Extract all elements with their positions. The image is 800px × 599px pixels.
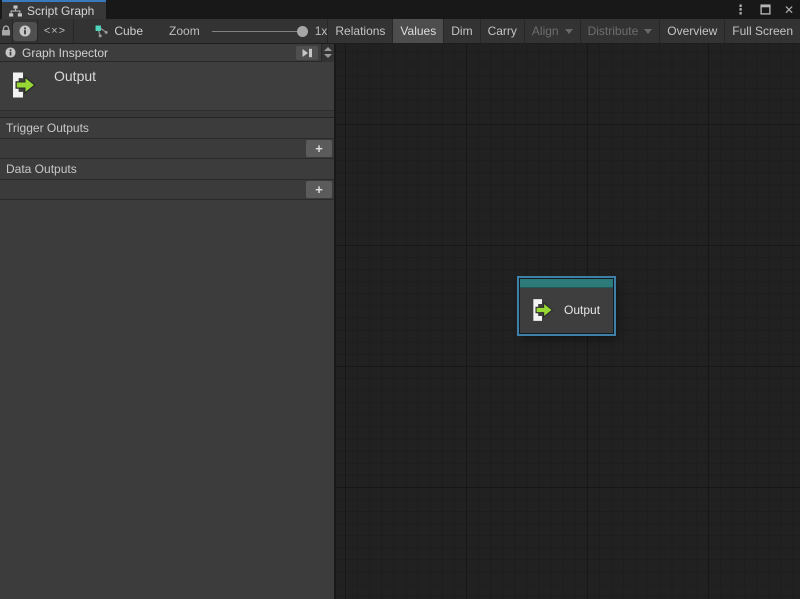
script-graph-window: Script Graph ⋮ ✕ xyxy=(0,0,800,599)
zoom-label: Zoom xyxy=(169,24,200,38)
node-title: Output xyxy=(564,303,600,317)
close-icon[interactable]: ✕ xyxy=(784,4,794,16)
data-outputs-list: + xyxy=(0,179,334,200)
code-icon: <×> xyxy=(44,25,66,37)
toolbar-button-distribute[interactable]: Distribute xyxy=(580,19,660,43)
toolbar-button-values[interactable]: Values xyxy=(392,19,443,43)
info-icon xyxy=(5,47,16,58)
graph-breadcrumb[interactable]: Cube xyxy=(73,19,143,43)
scroll-down-icon[interactable] xyxy=(324,54,332,58)
scroll-up-icon[interactable] xyxy=(324,47,332,51)
lock-button[interactable] xyxy=(0,19,12,43)
graph-inspector-panel: Graph Inspector Output xyxy=(0,44,336,599)
toolbar-button-relations[interactable]: Relations xyxy=(327,19,392,43)
inspector-title: Graph Inspector xyxy=(22,46,108,60)
window-controls: ⋮ ✕ xyxy=(734,0,794,19)
dock-sidebar-button[interactable] xyxy=(296,46,318,60)
overflow-menu-icon[interactable]: ⋮ xyxy=(734,3,747,16)
info-icon xyxy=(19,25,31,37)
inspector-header: Graph Inspector xyxy=(0,44,334,62)
graph-glyph-icon xyxy=(95,25,108,38)
output-unit-icon xyxy=(529,297,555,323)
chevron-down-icon xyxy=(644,29,652,34)
code-preview-button[interactable]: <×> xyxy=(37,19,73,43)
output-unit-icon xyxy=(8,70,38,100)
zoom-slider-handle[interactable] xyxy=(297,26,308,37)
zoom-slider[interactable] xyxy=(212,31,304,32)
data-outputs-add-button[interactable]: + xyxy=(306,181,332,198)
output-node[interactable]: Output xyxy=(519,278,614,334)
inspector-toggle-button[interactable] xyxy=(13,19,37,43)
toolbar: <×> Cube Zoom 1x Relations Values Dim Ca… xyxy=(0,19,800,44)
trigger-outputs-list: + xyxy=(0,138,334,159)
toolbar-button-dim[interactable]: Dim xyxy=(443,19,479,43)
inspector-empty-area xyxy=(0,200,334,599)
section-data-outputs-label: Data Outputs xyxy=(0,159,334,179)
graph-name: Cube xyxy=(114,24,143,38)
chevron-down-icon xyxy=(565,29,573,34)
plus-icon: + xyxy=(315,183,323,196)
toolbar-button-align[interactable]: Align xyxy=(524,19,580,43)
zoom-control: Zoom 1x xyxy=(169,19,327,43)
toolbar-button-overview[interactable]: Overview xyxy=(659,19,724,43)
dock-right-icon xyxy=(301,48,313,58)
graph-canvas[interactable]: Output xyxy=(336,44,800,599)
lock-icon xyxy=(0,25,12,37)
panel-scroll-spinner[interactable] xyxy=(321,44,334,62)
maximize-icon[interactable] xyxy=(760,4,771,15)
trigger-outputs-add-button[interactable]: + xyxy=(306,140,332,157)
toolbar-button-carry[interactable]: Carry xyxy=(480,19,524,43)
tab-script-graph[interactable]: Script Graph xyxy=(2,0,106,19)
tab-title: Script Graph xyxy=(27,4,94,18)
toolbar-right-group: Relations Values Dim Carry Align Distrib… xyxy=(327,19,800,43)
selected-unit-header: Output xyxy=(0,62,334,110)
zoom-value: 1x xyxy=(315,24,328,38)
unit-header-substrip xyxy=(0,110,334,118)
node-body: Output xyxy=(520,288,613,332)
unit-title: Output xyxy=(54,68,96,84)
toolbar-button-full-screen[interactable]: Full Screen xyxy=(724,19,800,43)
section-trigger-outputs-label: Trigger Outputs xyxy=(0,118,334,138)
plus-icon: + xyxy=(315,142,323,155)
tab-bar: Script Graph ⋮ ✕ xyxy=(0,0,800,19)
node-selection-header xyxy=(520,279,613,288)
window-body: Graph Inspector Output xyxy=(0,44,800,599)
graph-hierarchy-icon xyxy=(9,5,22,17)
